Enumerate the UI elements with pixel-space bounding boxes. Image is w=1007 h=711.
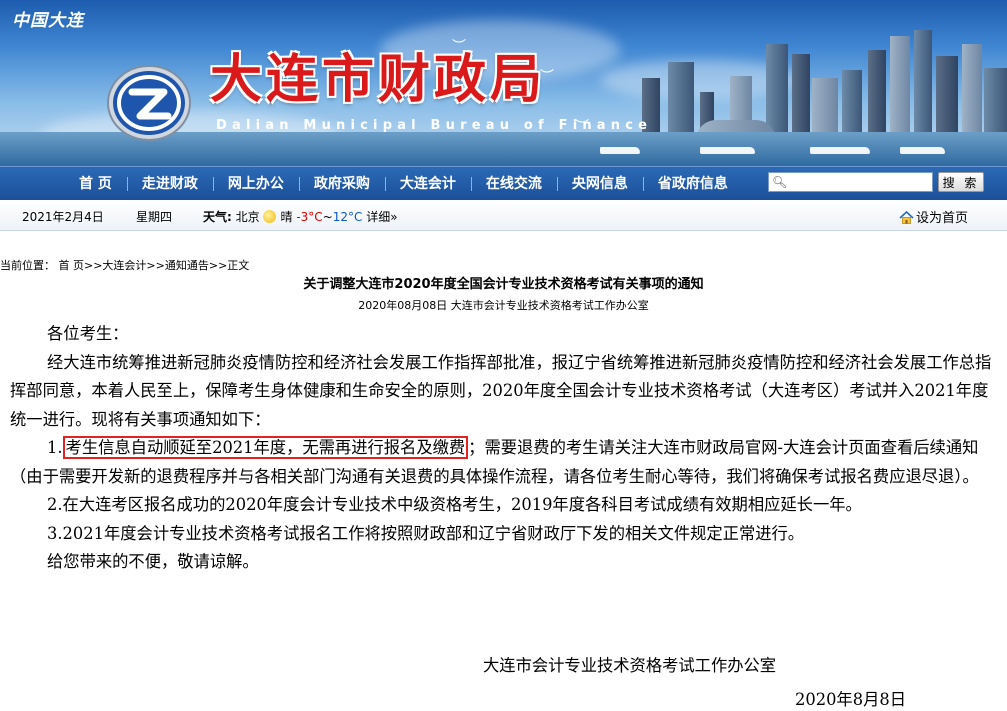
article-signature: 大连市会计专业技术资格考试工作办公室 (483, 656, 777, 675)
current-date: 2021年2月4日 (22, 210, 104, 224)
site-title: 大连市财政局 (210, 50, 547, 110)
breadcrumb[interactable]: 当前位置： 首 页>>大连会计>>通知通告>>正文 (0, 257, 249, 273)
boat (900, 147, 945, 154)
temp-high: 12°C (332, 210, 363, 224)
article-item-1: 1. 考生信息自动顺延至2021年度，无需再进行报名及缴费 ；需要退费的考生请关注大… (10, 434, 995, 491)
article-title: 关于调整大连市2020年度全国会计专业技术资格考试有关事项的通知 (303, 277, 704, 292)
article-salutation: 各位考生： (47, 324, 129, 343)
article-item-3: 3.2021年度会计专业技术资格考试报名工作将按照财政部和辽宁省财政厅下发的相关… (47, 523, 805, 543)
set-homepage-link[interactable]: 设为首页 (899, 207, 968, 226)
article-meta: 2020年08月08日 大连市会计专业技术资格考试工作办公室 (358, 299, 649, 312)
nav-item-procurement[interactable]: 政府采购 (298, 167, 385, 201)
site-mark[interactable]: 中国大连 (12, 6, 84, 31)
search-icon: 🔍︎ (772, 175, 788, 189)
sun-icon (263, 210, 277, 223)
highlighted-text: 考生信息自动顺延至2021年度，无需再进行报名及缴费 (62, 436, 469, 459)
search-box: 🔍︎ (768, 172, 933, 192)
temp-low: -3°C (296, 210, 323, 224)
weather-details-link[interactable]: 详细» (366, 210, 397, 224)
article-date: 2020年8月8日 (795, 690, 906, 709)
boat (700, 147, 755, 154)
bureau-logo-icon (107, 65, 191, 141)
search-input[interactable] (791, 174, 927, 190)
site-title-english: Dalian Municipal Bureau of Finance (216, 118, 653, 133)
weather-widget: 天气: 北京 晴 -3°C~12°C 详细» (203, 208, 398, 225)
nav-item-home[interactable]: 首 页 (64, 167, 127, 201)
set-homepage-label: 设为首页 (916, 211, 969, 226)
current-weekday: 星期四 (136, 210, 173, 224)
article-intro: 经大连市统筹推进新冠肺炎疫情防控和经济社会发展工作指挥部批准，报辽宁省统筹推进新… (10, 352, 992, 429)
item-1-number: 1. (47, 438, 63, 457)
temp-separator: ~ (322, 210, 333, 224)
nav-item-about-finance[interactable]: 走进财政 (126, 167, 213, 201)
nav-item-online-office[interactable]: 网上办公 (212, 167, 299, 201)
home-icon (899, 211, 914, 224)
article-closing: 给您带来的不便，敬请谅解。 (47, 552, 259, 571)
nav-item-dalian-accounting[interactable]: 大连会计 (384, 167, 471, 201)
article-item-2: 2.在大连考区报名成功的2020年度会计专业技术中级资格考生，2019年度各科目… (47, 495, 862, 514)
nav-item-provincial-info[interactable]: 省政府信息 (642, 167, 743, 201)
weather-condition: 晴 (280, 210, 293, 224)
nav-item-online-exchange[interactable]: 在线交流 (470, 167, 557, 201)
boat (600, 147, 640, 154)
weather-city: 北京 (235, 210, 260, 224)
weather-label: 天气: (203, 210, 232, 224)
search-button[interactable]: 搜 索 (938, 172, 984, 192)
article-body: 各位考生： 经大连市统筹推进新冠肺炎疫情防控和经济社会发展工作指挥部批准，报辽宁… (10, 320, 995, 577)
nav-item-central-info[interactable]: 央网信息 (556, 167, 643, 201)
header-banner: ︶ ︶ ︶ 中国大连 大连市财政局 Dalian Municipal Burea… (0, 0, 1007, 166)
info-bar: 2021年2月4日 星期四 天气: 北京 晴 -3°C~12°C 详细» 设为首… (0, 200, 1007, 231)
boat (810, 147, 870, 154)
